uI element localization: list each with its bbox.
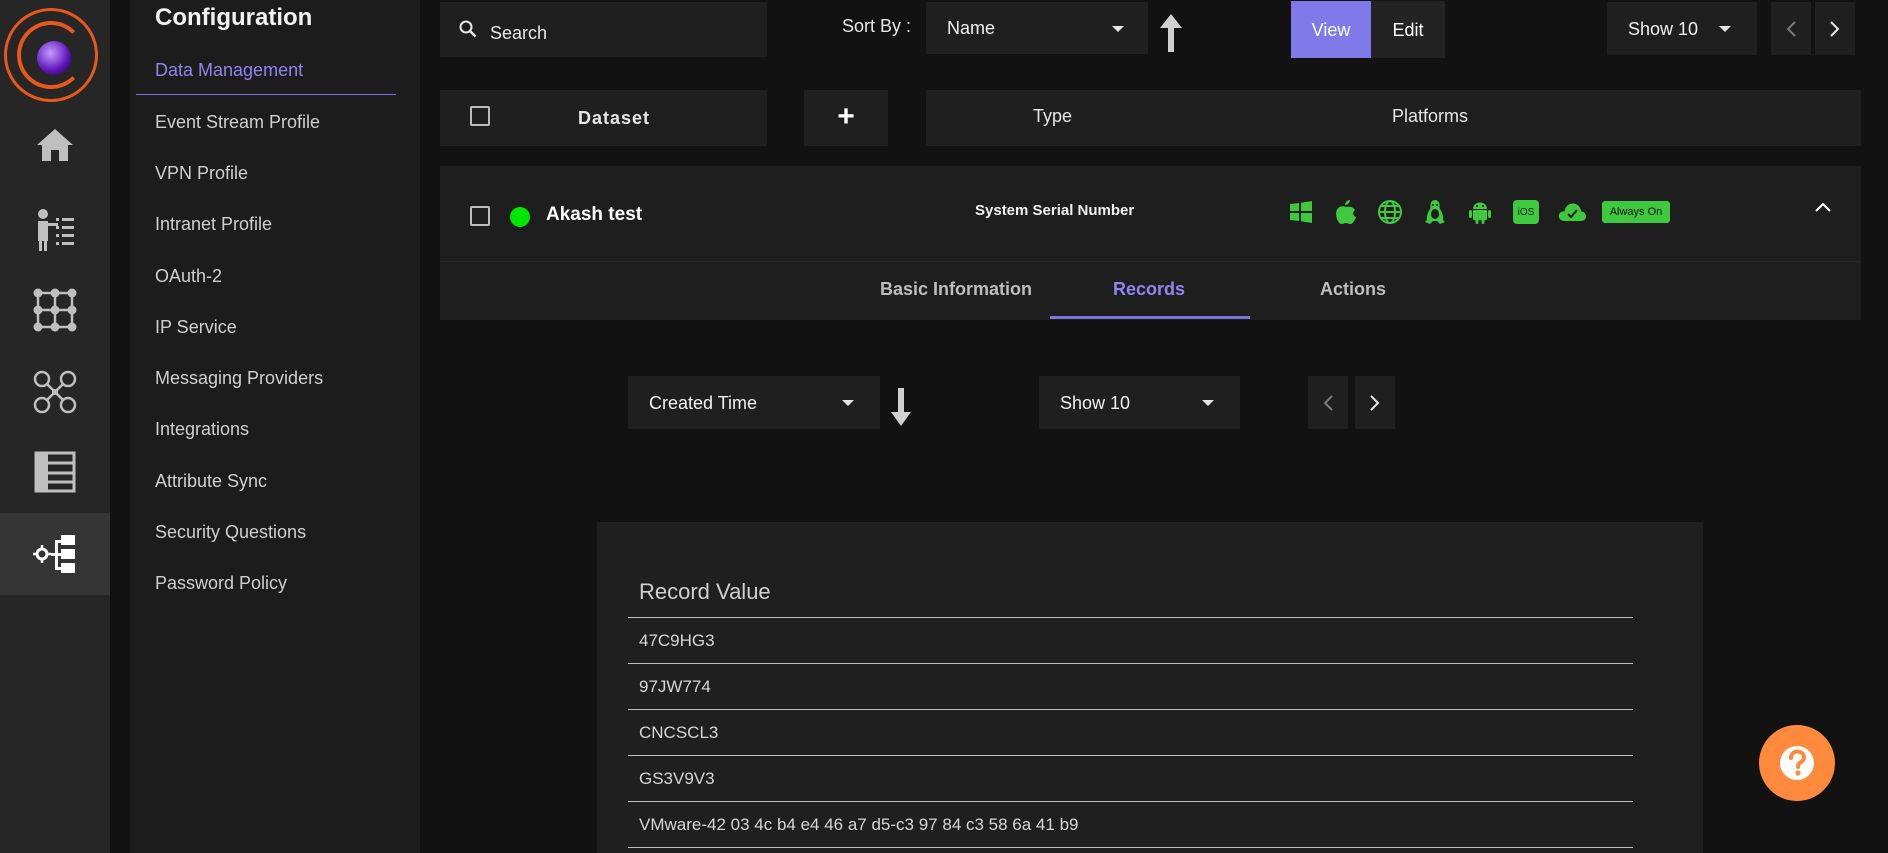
records-page-size-value: Show 10 bbox=[1060, 393, 1131, 413]
sort-ascending-icon[interactable] bbox=[1160, 14, 1182, 52]
user-network-icon[interactable] bbox=[0, 352, 110, 432]
dataset-type: System Serial Number bbox=[975, 202, 1135, 219]
edit-button[interactable]: Edit bbox=[1371, 1, 1445, 58]
web-icon bbox=[1376, 198, 1404, 226]
dataset-column-header: Dataset bbox=[578, 108, 651, 128]
sidebar-item-oauth-2[interactable]: OAuth-2 bbox=[155, 266, 222, 287]
configuration-sidebar: Configuration Data Management Event Stre… bbox=[130, 0, 420, 853]
tab-records[interactable]: Records bbox=[1113, 279, 1185, 300]
chevron-down-icon bbox=[1112, 26, 1124, 32]
sidebar-item-security-questions[interactable]: Security Questions bbox=[155, 522, 306, 543]
records-sort-select[interactable]: Created Time bbox=[628, 376, 880, 429]
search-icon bbox=[459, 20, 477, 38]
dataset-row-checkbox[interactable] bbox=[470, 206, 490, 226]
record-row: 47C9HG3 bbox=[628, 618, 1633, 664]
user-list-icon[interactable] bbox=[0, 190, 110, 270]
tab-actions[interactable]: Actions bbox=[1320, 279, 1386, 300]
view-button[interactable]: View bbox=[1291, 1, 1371, 58]
active-item-underline bbox=[136, 94, 396, 95]
sidebar-item-vpn-profile[interactable]: VPN Profile bbox=[155, 163, 248, 184]
sidebar-item-password-policy[interactable]: Password Policy bbox=[155, 573, 287, 594]
records-next-page-button[interactable] bbox=[1355, 376, 1395, 429]
records-prev-page-button[interactable] bbox=[1308, 376, 1348, 429]
next-page-button[interactable] bbox=[1815, 2, 1855, 55]
record-row: CNCSCL3 bbox=[628, 710, 1633, 756]
columns-header: Type Platforms bbox=[926, 90, 1861, 146]
ios-icon-label: iOS bbox=[1517, 206, 1535, 218]
linux-icon bbox=[1421, 198, 1449, 226]
view-button-label: View bbox=[1311, 20, 1351, 40]
active-tab-indicator bbox=[1050, 316, 1250, 319]
cloud-icon bbox=[1556, 198, 1588, 226]
edit-button-label: Edit bbox=[1392, 20, 1424, 40]
grid-nodes-icon[interactable] bbox=[0, 270, 110, 350]
sidebar-item-event-stream-profile[interactable]: Event Stream Profile bbox=[155, 112, 320, 133]
search-input[interactable]: Search bbox=[490, 23, 547, 44]
records-column-header: Record Value bbox=[628, 572, 1633, 618]
platforms-column-header: Platforms bbox=[1392, 106, 1469, 126]
ios-icon: iOS bbox=[1512, 198, 1540, 226]
sort-descending-icon[interactable] bbox=[891, 388, 911, 426]
add-dataset-button[interactable]: + bbox=[804, 90, 888, 146]
record-row: GS3V9V3 bbox=[628, 756, 1633, 802]
icon-rail bbox=[0, 0, 110, 853]
help-button[interactable] bbox=[1759, 725, 1835, 801]
chevron-down-icon bbox=[842, 400, 854, 406]
record-row: 97JW774 bbox=[628, 664, 1633, 710]
sidebar-item-messaging-providers[interactable]: Messaging Providers bbox=[155, 368, 323, 389]
page-size-select[interactable]: Show 10 bbox=[1607, 2, 1757, 55]
search-box[interactable]: Search bbox=[440, 2, 767, 57]
sidebar-item-integrations[interactable]: Integrations bbox=[155, 419, 249, 440]
android-icon bbox=[1466, 198, 1494, 226]
chevron-down-icon bbox=[1719, 26, 1731, 32]
always-on-badge: Always On bbox=[1602, 201, 1670, 223]
settings-tree-icon[interactable] bbox=[0, 513, 110, 595]
chevron-left-icon bbox=[1786, 21, 1796, 37]
record-row: VMware-42 03 4c b4 e4 46 a7 d5-c3 97 84 … bbox=[628, 802, 1633, 848]
records-page-size-select[interactable]: Show 10 bbox=[1039, 376, 1240, 429]
sidebar-title: Configuration bbox=[155, 4, 313, 31]
sort-select-value: Name bbox=[947, 18, 996, 38]
dataset-header: Dataset bbox=[440, 90, 767, 146]
always-on-label: Always On bbox=[1609, 206, 1663, 218]
select-all-checkbox[interactable] bbox=[470, 106, 490, 126]
app-logo[interactable] bbox=[4, 8, 98, 102]
sort-select[interactable]: Name bbox=[926, 2, 1148, 54]
type-column-header: Type bbox=[1033, 106, 1073, 126]
sidebar-item-data-management[interactable]: Data Management bbox=[155, 60, 303, 81]
chevron-down-icon bbox=[1202, 400, 1214, 406]
question-icon bbox=[1780, 746, 1814, 780]
sidebar-item-ip-service[interactable]: IP Service bbox=[155, 317, 237, 338]
apple-icon bbox=[1332, 198, 1360, 226]
chevron-up-icon[interactable] bbox=[1815, 202, 1831, 212]
table-icon[interactable] bbox=[0, 432, 110, 512]
windows-icon bbox=[1287, 198, 1315, 226]
sort-by-label: Sort By : bbox=[842, 16, 912, 36]
home-icon[interactable] bbox=[0, 105, 110, 185]
sidebar-item-intranet-profile[interactable]: Intranet Profile bbox=[155, 214, 272, 235]
status-dot bbox=[510, 207, 530, 227]
dataset-name[interactable]: Akash test bbox=[546, 204, 642, 226]
add-dataset-label: + bbox=[837, 100, 855, 133]
tab-basic-information[interactable]: Basic Information bbox=[880, 279, 1032, 300]
sidebar-item-attribute-sync[interactable]: Attribute Sync bbox=[155, 471, 267, 492]
records-sort-value: Created Time bbox=[649, 393, 758, 413]
prev-page-button[interactable] bbox=[1771, 2, 1811, 55]
page-size-value: Show 10 bbox=[1628, 19, 1699, 39]
chevron-right-icon bbox=[1370, 395, 1380, 411]
chevron-left-icon bbox=[1323, 395, 1333, 411]
chevron-right-icon bbox=[1830, 21, 1840, 37]
